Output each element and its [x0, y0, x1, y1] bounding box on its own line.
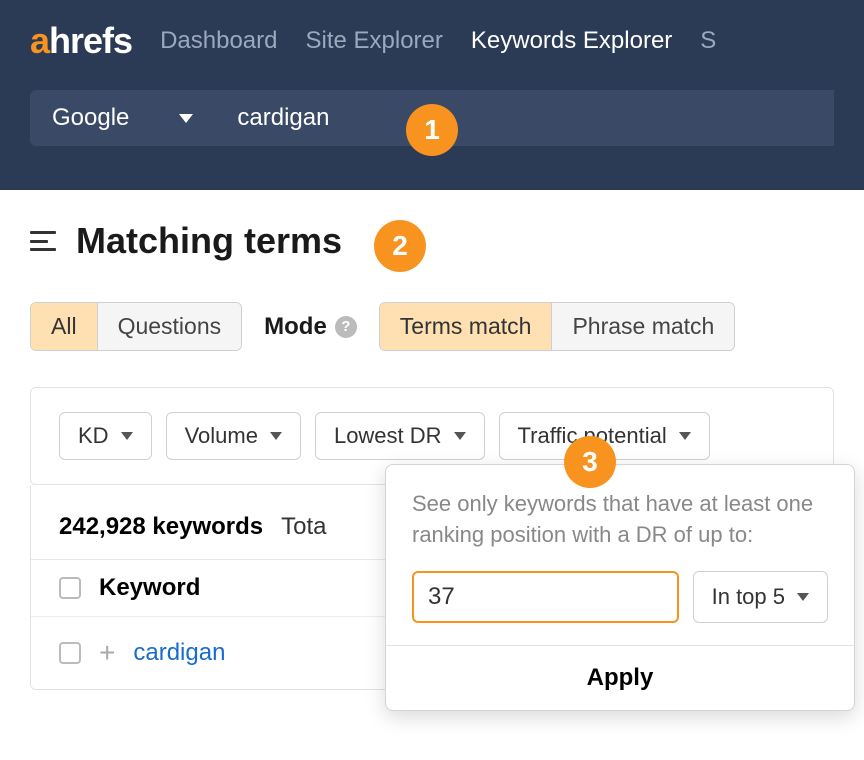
keyword-link[interactable]: cardigan	[133, 639, 225, 667]
heading-row: Matching terms	[30, 220, 864, 262]
search-input-wrap[interactable]: cardigan	[215, 90, 834, 146]
qa-segment: All Questions	[30, 302, 242, 351]
mode-label: Mode?	[264, 313, 357, 341]
logo-hrefs: hrefs	[49, 20, 132, 61]
tab-phrase-match[interactable]: Phrase match	[551, 303, 734, 350]
results-count: 242,928 keywords	[59, 513, 263, 541]
tabs-row: All Questions Mode? Terms match Phrase m…	[30, 302, 864, 351]
search-engine-value: Google	[52, 104, 129, 132]
filter-lowest-dr-label: Lowest DR	[334, 423, 442, 449]
filter-lowest-dr[interactable]: Lowest DR	[315, 412, 485, 460]
annotation-badge-1: 1	[406, 104, 458, 156]
dr-input[interactable]	[412, 571, 679, 623]
nav-row: ahrefs Dashboard Site Explorer Keywords …	[0, 0, 864, 62]
nav-more[interactable]: S	[700, 27, 716, 55]
nav-site-explorer[interactable]: Site Explorer	[305, 27, 442, 55]
mode-label-text: Mode	[264, 313, 327, 341]
scope-select-label: In top 5	[712, 584, 785, 610]
results-total-prefix: Tota	[281, 513, 326, 541]
tab-terms-match[interactable]: Terms match	[380, 303, 552, 350]
tab-all[interactable]: All	[31, 303, 97, 350]
nav-dashboard[interactable]: Dashboard	[160, 27, 277, 55]
filters-card: KD Volume Lowest DR Traffic potential Se…	[30, 387, 834, 485]
page-title: Matching terms	[76, 220, 342, 262]
search-input[interactable]: cardigan	[237, 104, 329, 132]
menu-icon[interactable]	[30, 231, 56, 251]
tab-questions[interactable]: Questions	[97, 303, 242, 350]
mode-segment: Terms match Phrase match	[379, 302, 736, 351]
annotation-badge-2: 2	[374, 220, 426, 272]
filter-volume-label: Volume	[185, 423, 258, 449]
row-checkbox[interactable]	[59, 642, 81, 664]
filter-kd[interactable]: KD	[59, 412, 152, 460]
expand-icon[interactable]: +	[99, 637, 115, 669]
annotation-badge-3: 3	[564, 436, 616, 488]
search-engine-select[interactable]: Google	[30, 90, 215, 146]
select-all-checkbox[interactable]	[59, 577, 81, 599]
popover-inputs: In top 5	[386, 565, 854, 645]
logo-a: a	[30, 20, 49, 61]
popover-description: See only keywords that have at least one…	[386, 465, 854, 565]
logo[interactable]: ahrefs	[30, 20, 132, 62]
nav-keywords-explorer[interactable]: Keywords Explorer	[471, 27, 672, 55]
lowest-dr-popover: See only keywords that have at least one…	[385, 464, 855, 711]
filter-kd-label: KD	[78, 423, 109, 449]
help-icon[interactable]: ?	[335, 316, 357, 338]
scope-select[interactable]: In top 5	[693, 571, 828, 623]
content: Matching terms All Questions Mode? Terms…	[0, 190, 864, 690]
filter-volume[interactable]: Volume	[166, 412, 301, 460]
top-bar: ahrefs Dashboard Site Explorer Keywords …	[0, 0, 864, 190]
col-keyword[interactable]: Keyword	[99, 574, 200, 602]
apply-button[interactable]: Apply	[386, 645, 854, 710]
